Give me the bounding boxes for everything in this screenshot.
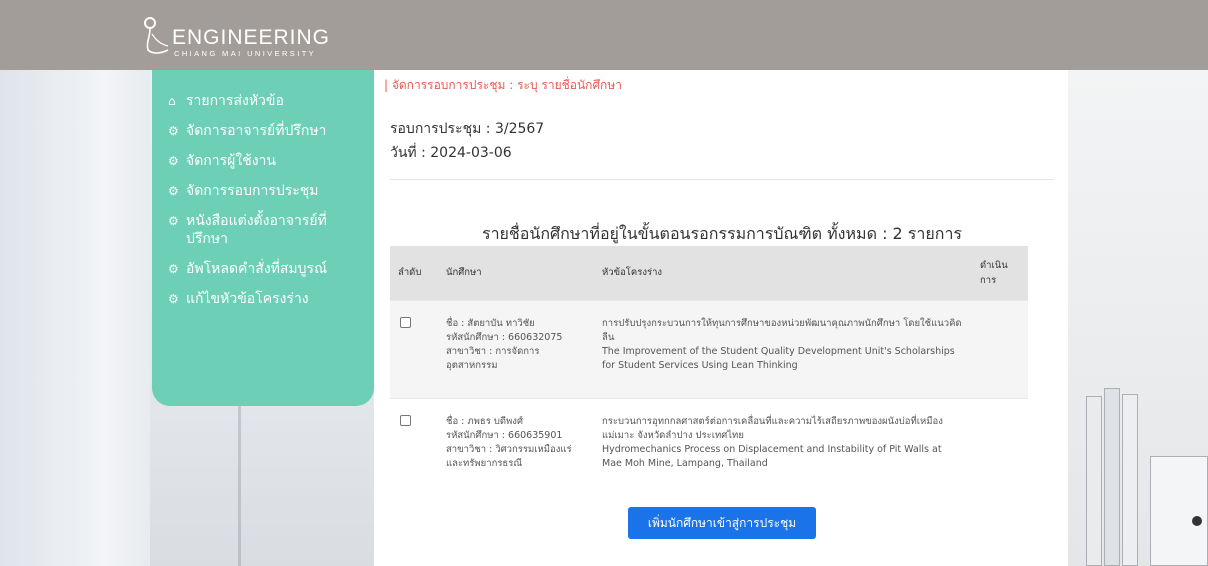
divider <box>390 179 1054 180</box>
student-name: ชื่อ : สัตยาบัน ทาวิชัย <box>446 317 535 329</box>
logo-subtitle: CHIANG MAI UNIVERSITY <box>174 49 317 58</box>
sidebar-item-manage-users[interactable]: ⚙ จัดการผู้ใช้งาน <box>168 152 366 170</box>
sidebar-item-edit-topic[interactable]: ⚙ แก้ไขหัวข้อโครงร่าง <box>168 290 366 308</box>
table-row: ชื่อ : ภพธร บดีพงศ์ รหัสนักศึกษา : 66063… <box>390 397 1028 486</box>
select-checkbox[interactable] <box>400 316 411 328</box>
student-cell: ชื่อ : สัตยาบัน ทาวิชัย รหัสนักศึกษา : 6… <box>438 299 594 398</box>
sidebar-item-label: จัดการอาจารย์ที่ปรึกษา <box>186 123 327 139</box>
gear-icon: ⚙ <box>168 262 179 276</box>
student-table: ลำดับ นักศึกษา หัวข้อโครงร่าง ดำเนินการ … <box>390 246 1028 486</box>
sidebar-item-label: หนังสือแต่งตั้งอาจารย์ที่ปรึกษา <box>186 213 327 247</box>
sidebar-item-manage-advisors[interactable]: ⚙ จัดการอาจารย์ที่ปรึกษา <box>168 122 366 140</box>
gear-icon: ⚙ <box>168 154 179 168</box>
main-panel: | จัดการรอบการประชุม : ระบุ รายชื่อนักศึ… <box>374 70 1068 566</box>
select-cell <box>390 397 438 486</box>
table-header-row: ลำดับ นักศึกษา หัวข้อโครงร่าง ดำเนินการ <box>390 246 1028 300</box>
student-id: รหัสนักศึกษา : 660632075 <box>446 331 563 343</box>
student-id: รหัสนักศึกษา : 660635901 <box>446 429 563 441</box>
background-left <box>0 70 150 566</box>
sidebar-item-label: แก้ไขหัวข้อโครงร่าง <box>186 291 309 307</box>
topic-thai: การปรับปรุงกระบวนการให้ทุนการศึกษาของหน่… <box>602 317 962 343</box>
sidebar-item-label: จัดการผู้ใช้งาน <box>186 153 276 169</box>
elephant-logo-icon <box>144 17 169 54</box>
select-checkbox[interactable] <box>400 414 411 426</box>
action-cell <box>972 397 1028 486</box>
add-students-to-meeting-button[interactable]: เพิ่มนักศึกษาเข้าสู่การประชุม <box>628 507 816 539</box>
topic-thai: กระบวนการอุทกกลศาสตร์ต่อการเคลื่อนที่และ… <box>602 415 943 441</box>
sidebar-item-label: รายการส่งหัวข้อ <box>186 93 284 109</box>
gear-icon: ⚙ <box>168 124 179 138</box>
sidebar-item-topic-submissions[interactable]: ⌂ รายการส่งหัวข้อ <box>168 92 366 110</box>
student-cell: ชื่อ : ภพธร บดีพงศ์ รหัสนักศึกษา : 66063… <box>438 397 594 486</box>
engineering-logo[interactable]: ENGINEERING CHIANG MAI UNIVERSITY <box>138 16 358 58</box>
student-major: สาขาวิชา : วิศวกรรมเหมืองแร่และทรัพยากรธ… <box>446 443 572 469</box>
action-cell <box>972 299 1028 398</box>
sidebar-item-label: อัพโหลดคำสั่งที่สมบูรณ์ <box>186 261 328 277</box>
sidebar-item-label: จัดการรอบการประชุม <box>186 183 319 199</box>
sidebar: ⌂ รายการส่งหัวข้อ ⚙ จัดการอาจารย์ที่ปรึก… <box>152 70 374 406</box>
column-header-no: ลำดับ <box>398 267 422 279</box>
topic-english: Hydromechanics Process on Displacement a… <box>602 443 942 469</box>
home-icon: ⌂ <box>168 94 176 108</box>
meeting-round: รอบการประชุม : 3/2567 <box>390 121 545 137</box>
topic-cell: การปรับปรุงกระบวนการให้ทุนการศึกษาของหน่… <box>594 299 972 398</box>
student-list-title: รายชื่อนักศึกษาที่อยู่ในขั้นตอนรอกรรมการ… <box>481 224 963 243</box>
sidebar-item-upload-order[interactable]: ⚙ อัพโหลดคำสั่งที่สมบูรณ์ <box>168 260 366 278</box>
gear-icon: ⚙ <box>168 292 179 306</box>
top-header: ENGINEERING CHIANG MAI UNIVERSITY <box>0 0 1208 70</box>
gear-icon: ⚙ <box>168 184 179 198</box>
student-name: ชื่อ : ภพธร บดีพงศ์ <box>446 415 523 427</box>
gear-icon: ⚙ <box>168 214 179 228</box>
breadcrumb: | จัดการรอบการประชุม : ระบุ รายชื่อนักศึ… <box>384 78 622 92</box>
column-header-action: ดำเนินการ <box>980 259 1008 286</box>
logo-title: ENGINEERING <box>172 26 331 49</box>
sidebar-item-appointment-letter[interactable]: ⚙ หนังสือแต่งตั้งอาจารย์ที่ปรึกษา <box>168 212 366 248</box>
background-binders <box>1080 380 1208 566</box>
table-row: ชื่อ : สัตยาบัน ทาวิชัย รหัสนักศึกษา : 6… <box>390 299 1028 398</box>
column-header-topic: หัวข้อโครงร่าง <box>602 267 663 279</box>
topic-cell: กระบวนการอุทกกลศาสตร์ต่อการเคลื่อนที่และ… <box>594 397 972 486</box>
meeting-date: วันที่ : 2024-03-06 <box>390 145 512 161</box>
student-major: สาขาวิชา : การจัดการอุตสาหกรรม <box>446 345 540 371</box>
sidebar-item-manage-meetings[interactable]: ⚙ จัดการรอบการประชุม <box>168 182 366 200</box>
topic-english: The Improvement of the Student Quality D… <box>602 345 955 371</box>
select-cell <box>390 299 438 398</box>
column-header-student: นักศึกษา <box>446 267 482 279</box>
